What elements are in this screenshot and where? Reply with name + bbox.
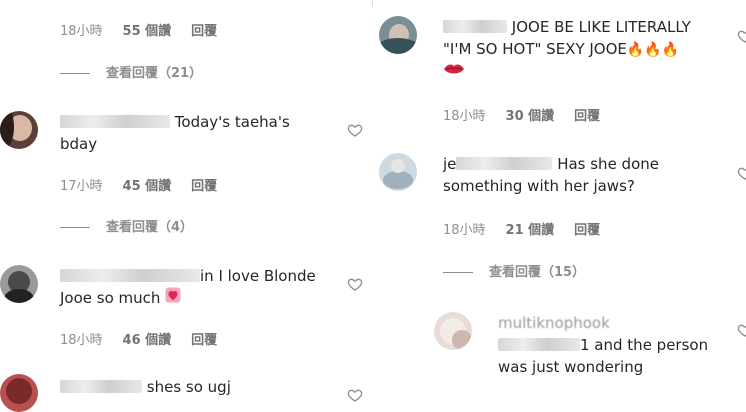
- comment-line-1: shes so ugj: [146, 378, 231, 396]
- blurred-mention: [498, 338, 580, 351]
- comment-line-1: JOOE BE LIKE LITERALLY: [511, 18, 691, 36]
- like-heart-icon[interactable]: [347, 387, 363, 403]
- username-prefix[interactable]: je: [443, 155, 456, 173]
- comment-text: in I love Blonde Jooe so much: [60, 265, 330, 309]
- comment-line-2: bday: [60, 135, 98, 153]
- comment-time: 18小時: [60, 24, 103, 39]
- blurred-username: [60, 380, 142, 393]
- fire-emoji-icon: 🔥: [661, 42, 680, 58]
- like-heart-icon[interactable]: [737, 322, 746, 338]
- like-heart-icon[interactable]: [737, 28, 746, 44]
- avatar[interactable]: [0, 111, 38, 149]
- comment-time: 17小時: [60, 179, 103, 194]
- avatar[interactable]: [0, 265, 38, 303]
- comment-likes[interactable]: 46 個讚: [123, 333, 172, 348]
- fire-emoji-icon: 🔥: [626, 42, 645, 58]
- reply-line-1: 1 and the person: [580, 336, 709, 354]
- like-heart-icon[interactable]: [737, 165, 746, 181]
- comment-line-1: in I love Blonde: [200, 267, 316, 285]
- comment-line-2: something with her jaws?: [443, 177, 635, 195]
- view-replies-line: [443, 272, 473, 273]
- avatar[interactable]: [379, 16, 417, 54]
- avatar[interactable]: [434, 312, 472, 350]
- blurred-username: [456, 157, 553, 170]
- comment-likes[interactable]: 55 個讚: [123, 24, 172, 39]
- lips-emoji-icon: [443, 62, 465, 79]
- reply-username[interactable]: multiknophook: [498, 314, 610, 332]
- comment-time: 18小時: [443, 109, 486, 124]
- reply-button[interactable]: 回覆: [574, 223, 600, 238]
- comment-likes[interactable]: 30 個讚: [506, 109, 555, 124]
- comment-meta: 18小時 30 個讚 回覆: [443, 105, 620, 124]
- comment-line-2: "I'M SO HOT" SEXY JOOE: [443, 40, 627, 58]
- view-replies-button[interactable]: 查看回覆（4）: [60, 216, 193, 235]
- view-replies-label: 查看回覆（21）: [106, 66, 203, 81]
- view-replies-label: 查看回覆（15）: [489, 265, 586, 280]
- comment-text: Today's taeha's bday: [60, 111, 320, 155]
- view-replies-button[interactable]: 查看回覆（21）: [60, 62, 202, 81]
- reply-line-2: was just wondering: [498, 358, 644, 376]
- view-replies-line: [60, 227, 90, 228]
- blurred-username: [60, 269, 200, 282]
- blurred-username: [443, 20, 507, 33]
- comment-likes[interactable]: 45 個讚: [123, 179, 172, 194]
- comment-meta: 18小時 46 個讚 回覆: [60, 329, 237, 348]
- comment-text: JOOE BE LIKE LITERALLY "I'M SO HOT" SEXY…: [443, 16, 733, 82]
- avatar[interactable]: [0, 374, 38, 412]
- reply-button[interactable]: 回覆: [574, 109, 600, 124]
- avatar[interactable]: [379, 153, 417, 191]
- like-heart-icon[interactable]: [347, 276, 363, 292]
- comment-time: 18小時: [443, 223, 486, 238]
- reply-text: multiknophook 1 and the person was just …: [498, 312, 738, 378]
- comment-text: shes so ugj: [60, 376, 320, 398]
- comment-time: 18小時: [60, 333, 103, 348]
- view-replies-button[interactable]: 查看回覆（15）: [443, 261, 585, 280]
- comment-line-1: Today's taeha's: [174, 113, 290, 131]
- reply-button[interactable]: 回覆: [191, 333, 217, 348]
- comment-likes[interactable]: 21 個讚: [506, 223, 555, 238]
- fire-emoji-icon: 🔥: [644, 42, 662, 58]
- view-replies-line: [60, 73, 90, 74]
- comment-line-2: Jooe so much: [60, 289, 161, 307]
- blurred-username: [60, 115, 170, 128]
- heart-emoji-icon: [165, 287, 181, 306]
- comment-text: je Has she done something with her jaws?: [443, 153, 733, 197]
- comment-meta: 18小時 21 個讚 回覆: [443, 219, 620, 238]
- comment-line-1: Has she done: [557, 155, 659, 173]
- column-divider: [372, 0, 373, 6]
- view-replies-label: 查看回覆（4）: [106, 220, 194, 235]
- comment-meta: 18小時 55 個讚 回覆: [60, 20, 237, 39]
- reply-button[interactable]: 回覆: [191, 24, 217, 39]
- reply-button[interactable]: 回覆: [191, 179, 217, 194]
- like-heart-icon[interactable]: [347, 122, 363, 138]
- comment-meta: 17小時 45 個讚 回覆: [60, 175, 237, 194]
